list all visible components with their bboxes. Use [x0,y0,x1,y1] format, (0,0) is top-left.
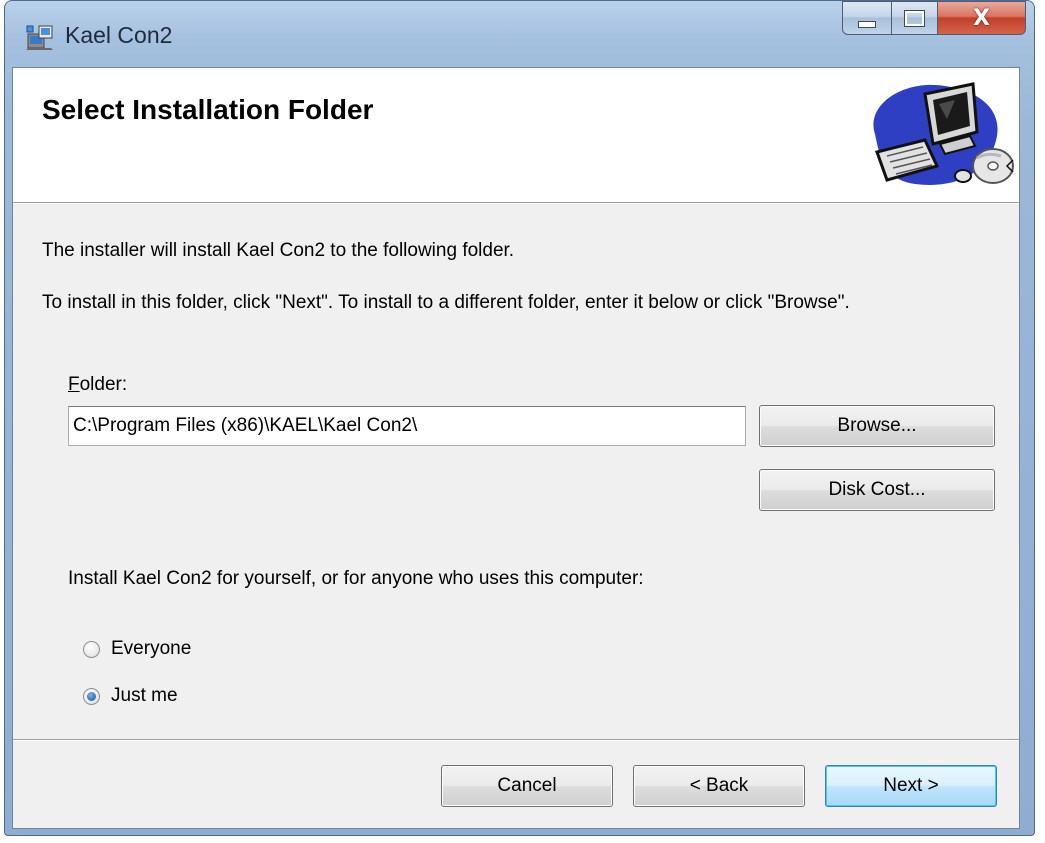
cancel-button[interactable]: Cancel [441,765,613,807]
radio-just-me[interactable]: Just me [83,685,178,707]
disk-cost-button[interactable]: Disk Cost... [759,469,995,511]
radio-just-me-circle[interactable] [83,687,100,705]
computer-setup-icon [873,82,1014,185]
installer-window: Kael Con2 X Select Installation Folder T… [4,0,1035,836]
page-title: Select Installation Folder [42,94,374,125]
title-bar[interactable]: Kael Con2 X [5,1,1034,67]
radio-just-me-label: Just me [111,685,178,706]
close-icon: X [973,5,990,31]
banner-divider [13,203,1019,204]
folder-label-mnemonic: F [68,374,80,395]
installer-app-icon [26,25,53,50]
minimize-icon [858,20,876,28]
radio-everyone-label: Everyone [111,638,192,659]
minimize-button[interactable] [842,1,892,35]
dialog-client-area: Select Installation Folder The installer… [12,67,1020,829]
intro-text-1: The installer will install Kael Con2 to … [42,240,515,261]
header-banner: Select Installation Folder [13,68,1019,203]
browse-button[interactable]: Browse... [759,405,995,447]
footer-divider-highlight [13,740,1019,741]
intro-text-2: To install in this folder, click "Next".… [42,292,850,313]
back-button[interactable]: < Back [633,765,805,807]
radio-everyone-circle[interactable] [83,640,100,658]
folder-label-text: older: [79,374,128,395]
install-for-prompt: Install Kael Con2 for yourself, or for a… [68,568,644,589]
close-button[interactable]: X [938,1,1026,35]
folder-label: Folder: [68,374,127,396]
maximize-button[interactable] [892,1,938,35]
maximize-icon [904,9,925,27]
next-button[interactable]: Next > [825,765,997,807]
caption-buttons: X [842,1,1026,35]
folder-path-input[interactable] [68,406,746,446]
window-title: Kael Con2 [65,22,173,48]
radio-everyone[interactable]: Everyone [83,638,191,660]
